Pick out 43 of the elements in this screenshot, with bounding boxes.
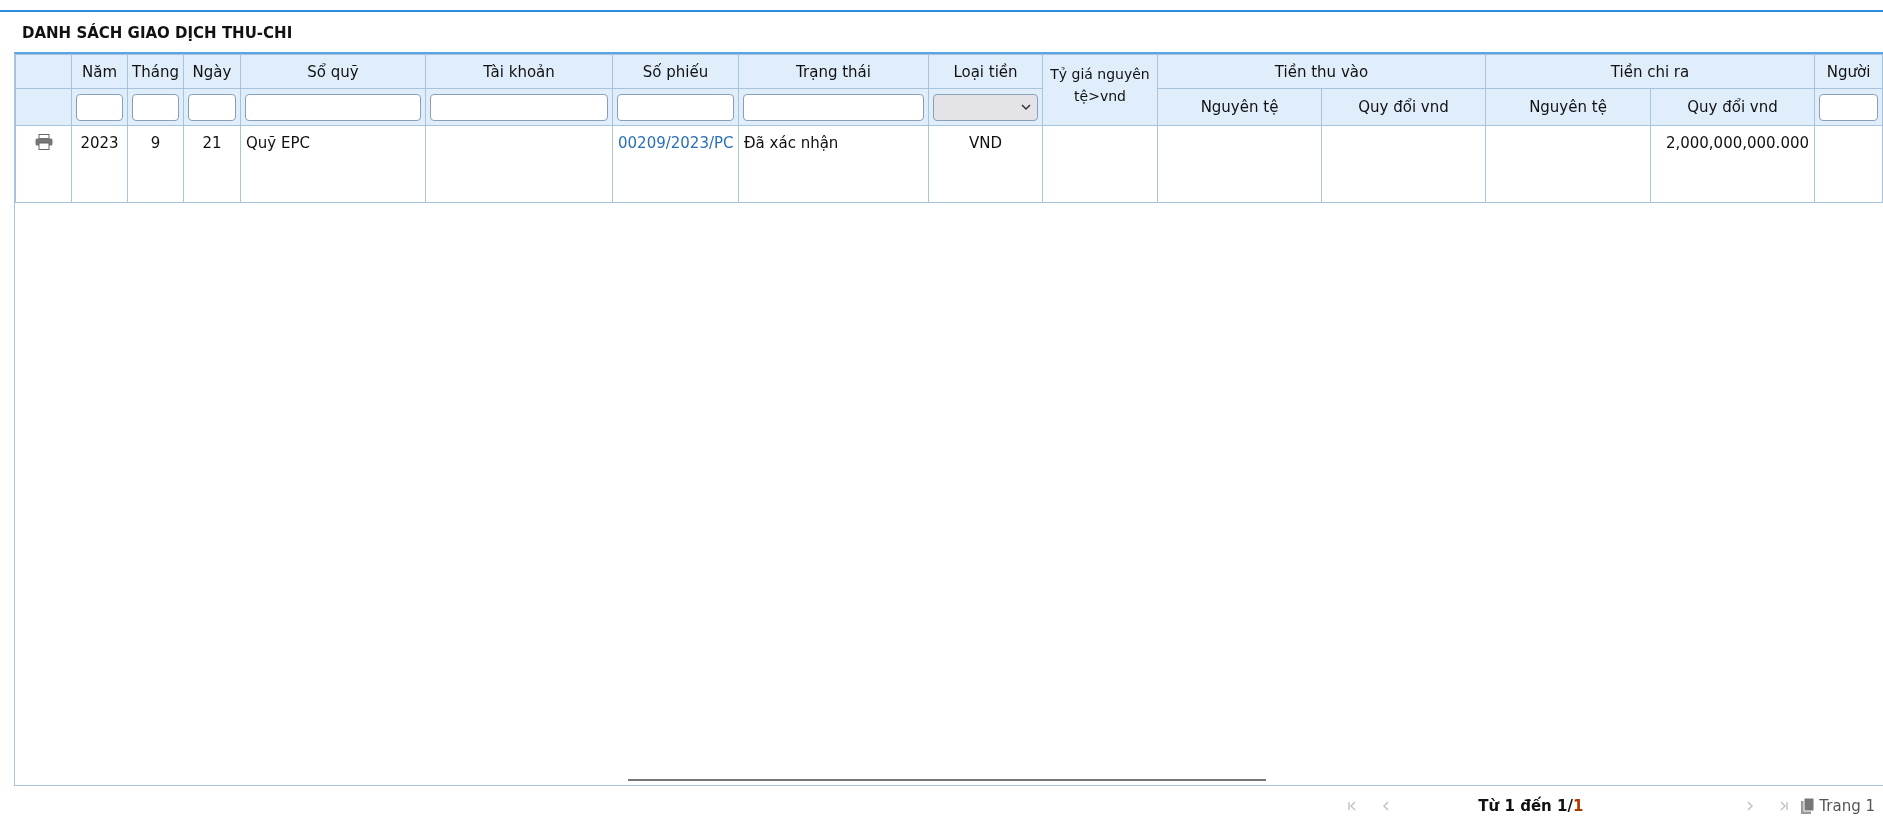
table-cell: 2,000,000,000.000 <box>1650 125 1815 203</box>
table-cell: VND <box>928 125 1043 203</box>
chevron-right-icon <box>1745 800 1756 812</box>
column-header: Trạng thái <box>738 54 929 89</box>
pages-icon <box>1801 798 1816 814</box>
panel-title: DANH SÁCH GIAO DỊCH THU-CHI <box>21 22 294 44</box>
filter-input[interactable] <box>188 93 236 121</box>
skip-right-icon <box>1779 800 1790 812</box>
chevron-down-icon <box>1021 103 1031 111</box>
page-label: Trang 1 <box>1819 797 1875 815</box>
table-cell: Quỹ EPC <box>240 125 426 203</box>
filter-input[interactable] <box>743 93 924 121</box>
column-header: Năm <box>71 54 128 89</box>
column-header: Quy đổi vnd <box>1321 88 1486 126</box>
column-header: Sổ quỹ <box>240 54 426 89</box>
page-range: Từ 1 đến 1/1 <box>1478 797 1584 815</box>
filter-input[interactable] <box>430 93 608 121</box>
column-header: Ngày <box>183 54 241 89</box>
column-header: Tỷ giá nguyên tệ>vnd <box>1042 54 1158 126</box>
filter-input[interactable] <box>245 93 421 121</box>
skip-left-icon <box>1347 800 1358 812</box>
column-header: Tài khoản <box>425 54 613 89</box>
currency-select[interactable] <box>933 93 1038 121</box>
column-header: Nguyên tệ <box>1157 88 1322 126</box>
column-group-header: Tiền thu vào <box>1157 54 1486 89</box>
column-group-header: Tiền chi ra <box>1485 54 1815 89</box>
scrollbar-thumb[interactable] <box>628 779 1266 781</box>
column-header: Số phiếu <box>612 54 739 89</box>
column-header: Quy đổi vnd <box>1650 88 1815 126</box>
column-header: Tháng <box>127 54 184 89</box>
filter-input[interactable] <box>132 93 179 121</box>
filter-input[interactable] <box>76 93 123 121</box>
column-header: Nguyên tệ <box>1485 88 1651 126</box>
column-header: Loại tiền <box>928 54 1043 89</box>
filter-input[interactable] <box>1819 93 1878 121</box>
printer-icon[interactable] <box>34 134 53 150</box>
column-header: Người <box>1814 54 1883 89</box>
table-cell: 2023 <box>71 125 128 203</box>
filter-input[interactable] <box>617 93 734 121</box>
table-cell: 9 <box>127 125 184 203</box>
table-cell: 21 <box>183 125 241 203</box>
table-cell: Đã xác nhận <box>738 125 929 203</box>
chevron-left-icon <box>1381 800 1392 812</box>
